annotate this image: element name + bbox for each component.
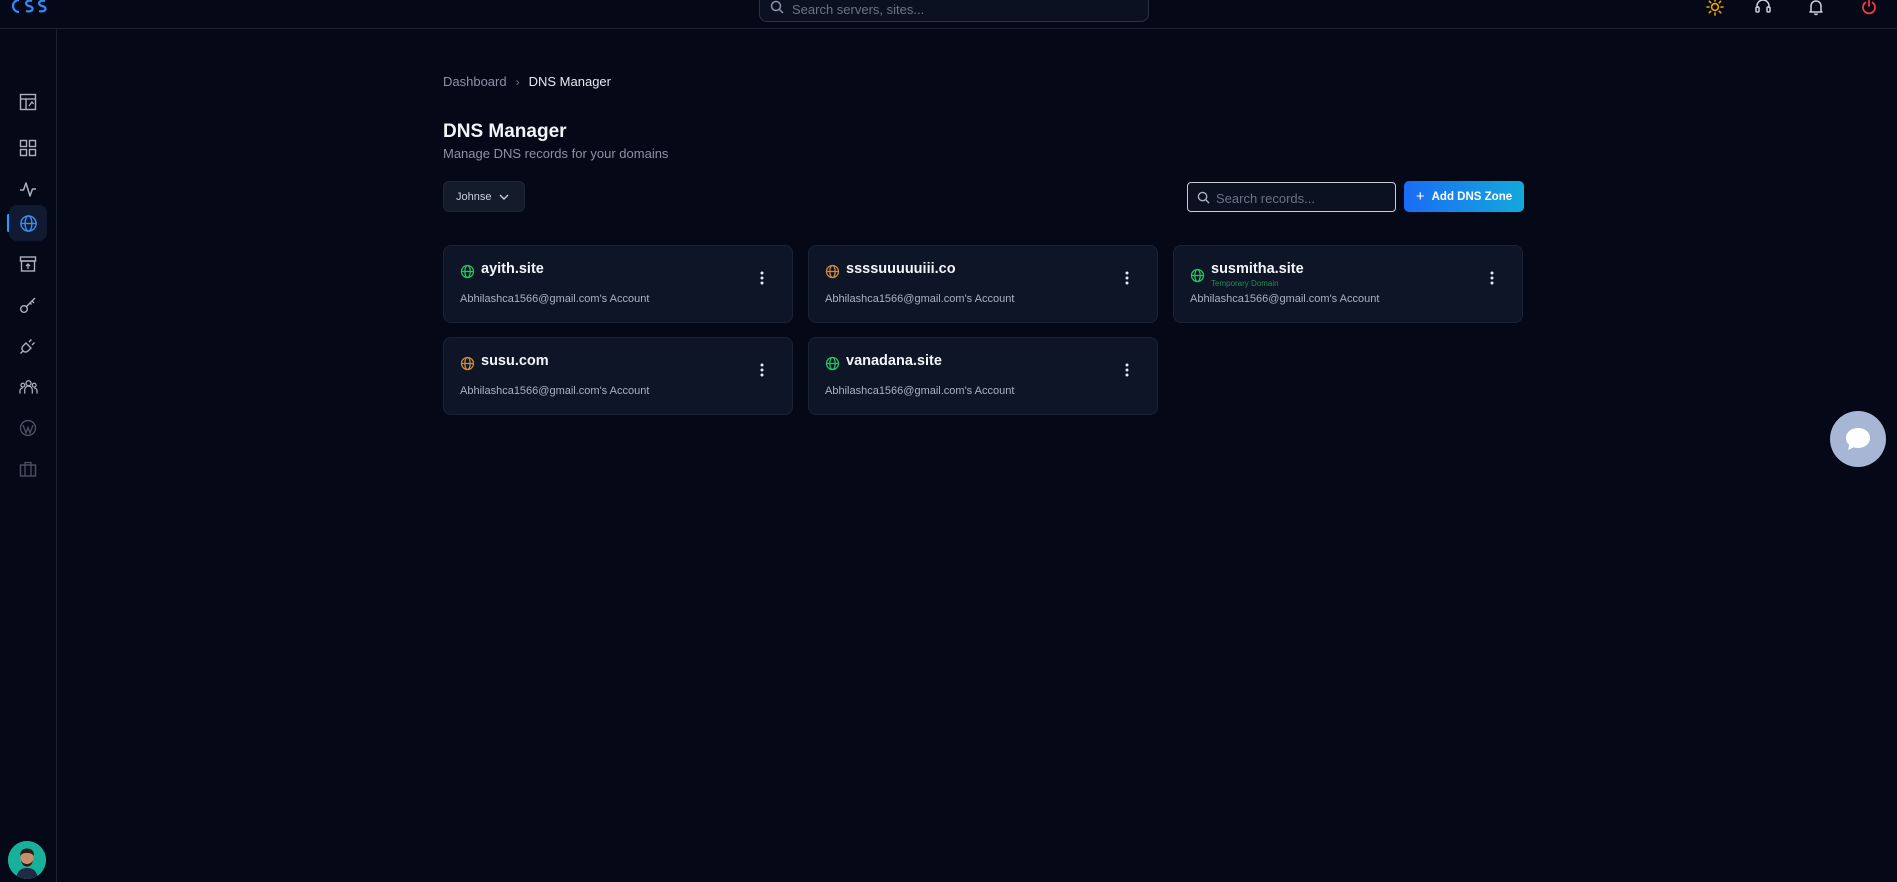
sidebar [0,29,57,882]
global-search[interactable] [759,0,1149,23]
sidebar-item-projects[interactable] [9,451,47,487]
globe-icon [1190,268,1205,283]
add-dns-zone-button[interactable]: + Add DNS Zone [1404,181,1524,212]
more-vertical-icon [1125,271,1129,285]
key-icon [20,297,36,313]
zone-domain[interactable]: vanadana.site [846,353,942,369]
activity-icon [20,182,36,197]
temporary-domain-badge: Temporary Domain [1211,279,1279,288]
headset-icon [1755,0,1771,13]
globe-icon [19,214,37,232]
user-avatar-icon [8,841,46,879]
support-button[interactable] [1752,0,1774,16]
logout-button[interactable] [1858,0,1880,16]
zone-owner: Abhilashca1566@gmail.com's Account [460,385,650,397]
zone-card[interactable]: ssssuuuuuiii.co Abhilashca1566@gmail.com… [808,245,1158,323]
globe-icon [460,264,475,279]
chat-widget-button[interactable] [1830,411,1886,467]
chevron-down-icon [499,194,509,200]
sidebar-item-ssh-keys[interactable] [9,287,47,323]
sidebar-item-dns[interactable] [9,205,47,241]
sun-icon [1706,0,1724,16]
sidebar-item-wordpress[interactable] [9,410,47,446]
page-title: DNS Manager [443,121,567,142]
search-icon [1197,191,1210,204]
sidebar-item-apps[interactable] [9,130,47,166]
zone-menu-button[interactable] [1119,360,1135,380]
sidebar-item-integrations[interactable] [9,328,47,364]
chat-icon [1846,428,1870,450]
bell-icon [1809,0,1823,16]
top-bar [0,0,1897,29]
sidebar-item-backups[interactable] [9,246,47,282]
plug-icon [20,339,35,354]
zone-domain[interactable]: susmitha.site [1211,261,1304,277]
grid-icon [19,139,37,157]
globe-icon [825,356,840,371]
zone-owner: Abhilashca1566@gmail.com's Account [1190,293,1380,305]
wordpress-icon [19,419,37,437]
sidebar-item-team[interactable] [9,369,47,405]
zone-card[interactable]: susmitha.site Temporary Domain Abhilashc… [1173,245,1523,323]
zone-card[interactable]: susu.com Abhilashca1566@gmail.com's Acco… [443,337,793,415]
notifications-button[interactable] [1805,0,1827,16]
zone-domain[interactable]: susu.com [481,353,549,369]
theme-toggle-button[interactable] [1704,0,1726,16]
globe-icon [825,264,840,279]
breadcrumb: Dashboard › DNS Manager [443,74,611,89]
zone-menu-button[interactable] [1484,268,1500,288]
logo-icon [11,0,47,14]
plus-icon: + [1415,188,1425,205]
account-select[interactable]: Johnse [443,181,525,212]
page-subtitle: Manage DNS records for your domains [443,146,669,161]
search-icon [770,0,784,14]
zone-domain[interactable]: ssssuuuuuiii.co [846,261,956,277]
zone-owner: Abhilashca1566@gmail.com's Account [460,293,650,305]
power-icon [1862,0,1876,15]
records-search-input[interactable] [1214,183,1393,213]
zone-menu-button[interactable] [754,268,770,288]
zone-owner: Abhilashca1566@gmail.com's Account [825,293,1015,305]
global-search-input[interactable] [790,0,1134,23]
dashboard-icon [19,93,37,111]
records-search[interactable] [1187,182,1396,213]
more-vertical-icon [760,363,764,377]
more-vertical-icon [760,271,764,285]
logo[interactable] [10,0,50,18]
breadcrumb-current: DNS Manager [528,74,611,89]
account-select-value: Johnse [456,190,492,203]
globe-icon [460,356,475,371]
breadcrumb-dashboard-link[interactable]: Dashboard [443,74,507,89]
chevron-right-icon: › [515,74,520,89]
zone-menu-button[interactable] [754,360,770,380]
team-icon [18,380,38,394]
sidebar-item-monitoring[interactable] [9,171,47,207]
briefcase-icon [19,461,37,477]
zone-card[interactable]: vanadana.site Abhilashca1566@gmail.com's… [808,337,1158,415]
archive-icon [19,256,37,272]
more-vertical-icon [1490,271,1494,285]
sidebar-item-overview[interactable] [9,84,47,120]
zone-card[interactable]: ayith.site Abhilashca1566@gmail.com's Ac… [443,245,793,323]
avatar[interactable] [8,841,46,879]
zone-menu-button[interactable] [1119,268,1135,288]
zone-domain[interactable]: ayith.site [481,261,544,277]
add-dns-zone-label: Add DNS Zone [1431,190,1513,203]
more-vertical-icon [1125,363,1129,377]
zone-owner: Abhilashca1566@gmail.com's Account [825,385,1015,397]
